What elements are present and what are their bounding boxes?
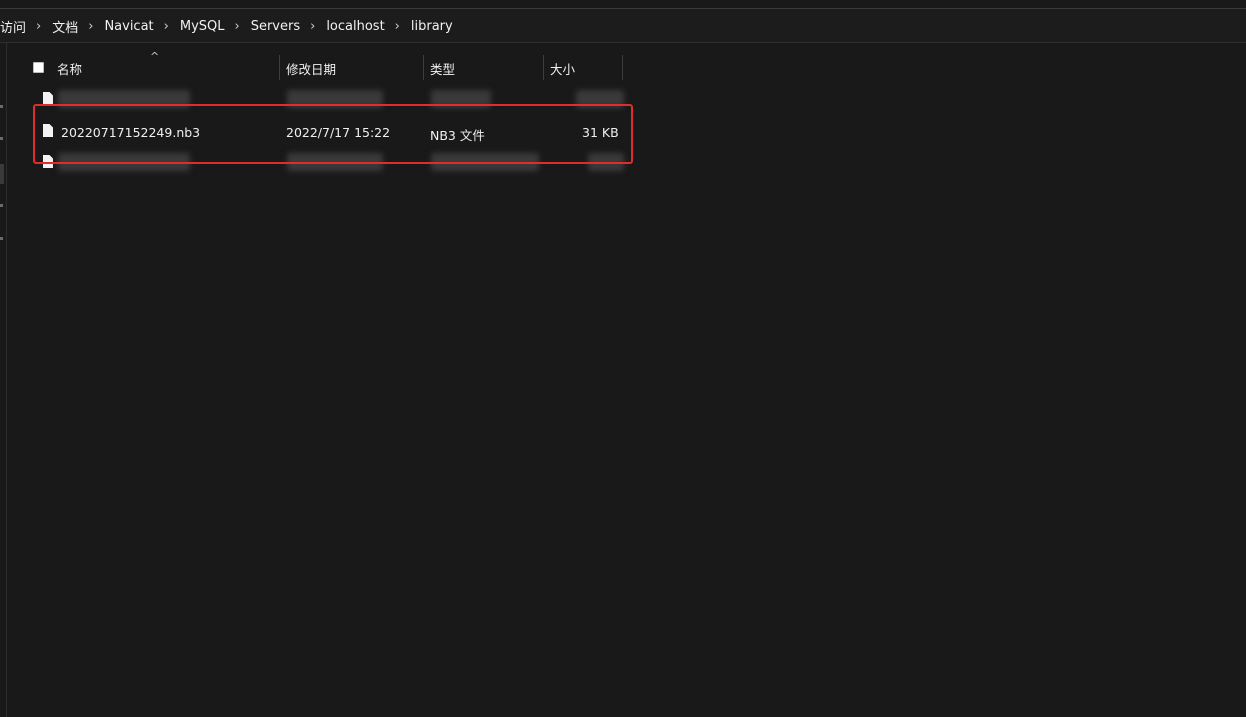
highlight-box: [33, 104, 633, 164]
nav-pane-selected-item[interactable]: [0, 164, 4, 184]
address-bar[interactable]: 访问 › 文档 › Navicat › MySQL › Servers › lo…: [0, 9, 1246, 43]
breadcrumb-item-access[interactable]: 访问: [0, 17, 28, 36]
column-name[interactable]: 名称: [57, 59, 82, 78]
column-divider[interactable]: [622, 55, 623, 80]
navigation-pane-divider[interactable]: [6, 43, 7, 717]
nav-pane-expand-icon[interactable]: [0, 237, 3, 240]
breadcrumb-item-localhost[interactable]: localhost: [324, 19, 386, 34]
column-header: ^ 名称 修改日期 类型 大小: [24, 50, 624, 82]
breadcrumb-item-documents[interactable]: 文档: [50, 17, 80, 36]
column-divider[interactable]: [543, 55, 544, 80]
chevron-right-icon[interactable]: ›: [227, 19, 249, 34]
column-divider[interactable]: [423, 55, 424, 80]
chevron-right-icon[interactable]: ›: [156, 19, 178, 34]
nav-pane-expand-icon[interactable]: [0, 137, 3, 140]
sort-ascending-icon: ^: [150, 50, 160, 63]
column-size[interactable]: 大小: [550, 59, 575, 78]
chevron-right-icon[interactable]: ›: [28, 19, 50, 34]
breadcrumb-item-servers[interactable]: Servers: [249, 19, 302, 34]
breadcrumb-item-navicat[interactable]: Navicat: [102, 19, 155, 34]
chevron-right-icon[interactable]: ›: [302, 19, 324, 34]
breadcrumb-item-library[interactable]: library: [409, 19, 455, 34]
chevron-right-icon[interactable]: ›: [80, 19, 102, 34]
select-all-checkbox[interactable]: [33, 62, 44, 73]
breadcrumb-item-mysql[interactable]: MySQL: [178, 19, 227, 34]
column-divider[interactable]: [279, 55, 280, 80]
breadcrumb: 访问 › 文档 › Navicat › MySQL › Servers › lo…: [0, 17, 455, 36]
chevron-right-icon[interactable]: ›: [387, 19, 409, 34]
nav-pane-expand-icon[interactable]: [0, 105, 3, 108]
column-modified[interactable]: 修改日期: [286, 59, 336, 78]
column-type[interactable]: 类型: [430, 59, 455, 78]
nav-pane-expand-icon[interactable]: [0, 204, 3, 207]
